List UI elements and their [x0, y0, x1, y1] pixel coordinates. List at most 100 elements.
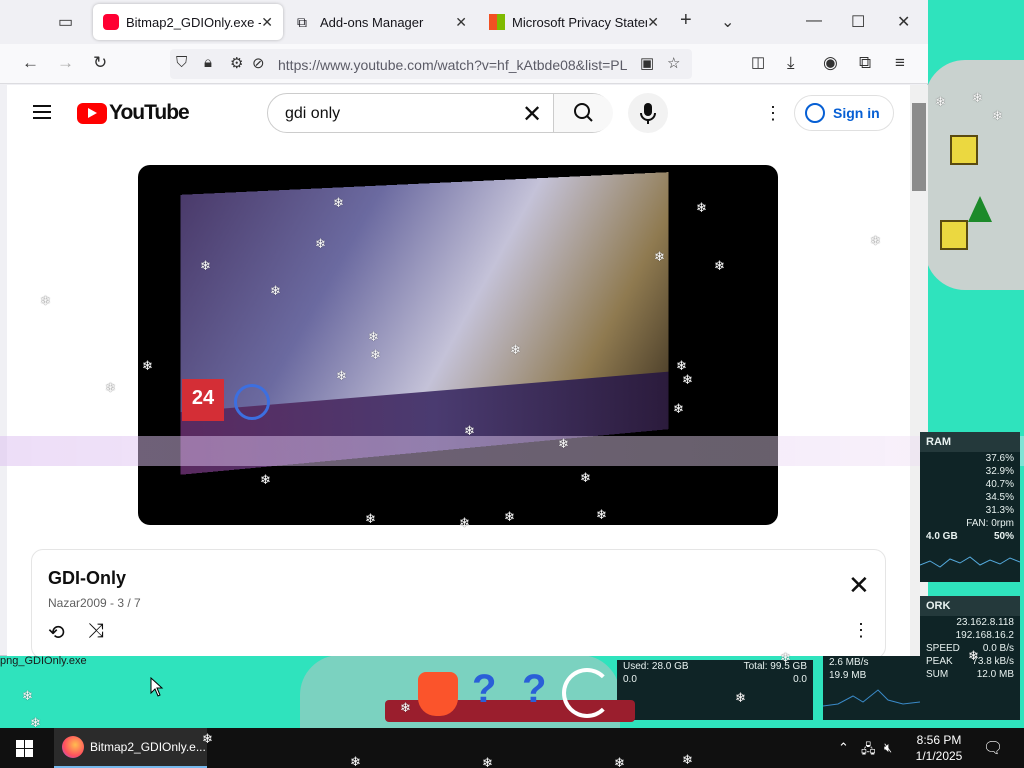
- desktop-house-art: [950, 135, 978, 165]
- snowflake-icon: ❄: [350, 754, 361, 768]
- account-icon[interactable]: ◉: [823, 53, 838, 73]
- maximize-icon[interactable]: ☐: [851, 12, 865, 32]
- account-avatar-icon: [805, 103, 825, 123]
- loop-icon[interactable]: ⟲: [48, 620, 65, 645]
- tray-overflow-chevron-icon[interactable]: ⌃: [838, 740, 849, 756]
- volume-muted-icon[interactable]: 🔇︎: [884, 740, 892, 756]
- microsoft-favicon-icon: [489, 14, 505, 30]
- question-mark-icon[interactable]: ?: [522, 667, 546, 712]
- network-graph: [822, 689, 921, 707]
- search-input[interactable]: gdi only: [285, 105, 340, 123]
- bookmark-star-icon[interactable]: ☆: [667, 54, 680, 72]
- taskbar-clock[interactable]: 8:56 PM 1/1/2025: [904, 732, 974, 764]
- video-player[interactable]: 24: [138, 165, 778, 525]
- minimize-icon[interactable]: —: [806, 12, 822, 30]
- snowflake-icon: ❄: [40, 293, 51, 308]
- taskbar-app-firefox[interactable]: Bitmap2_GDIOnly.e...: [54, 728, 207, 768]
- snowflake-icon: ❄: [673, 401, 684, 416]
- snowflake-icon: ❄: [714, 258, 725, 273]
- forward-icon[interactable]: →: [57, 53, 74, 73]
- playlist-subtitle: Nazar2009 - 3 / 7: [48, 596, 141, 610]
- brave-lion-icon[interactable]: [418, 672, 458, 716]
- url-text[interactable]: https://www.youtube.com/watch?v=hf_kAtbd…: [278, 57, 638, 73]
- start-button[interactable]: [16, 740, 33, 757]
- autoplay-blocked-icon[interactable]: ⊘: [252, 54, 265, 72]
- pocket-icon[interactable]: ◫: [751, 53, 765, 71]
- snowflake-icon: ❄: [142, 358, 153, 373]
- close-tab-icon[interactable]: ✕: [647, 14, 659, 31]
- downloads-icon[interactable]: ⤓: [787, 53, 795, 73]
- tab-addons[interactable]: ⧉ Add-ons Manager ✕: [287, 4, 477, 40]
- snowflake-icon: ❄: [972, 90, 983, 105]
- snowflake-icon: ❄: [370, 347, 381, 362]
- close-playlist-icon[interactable]: ✕: [848, 570, 870, 601]
- snowflake-icon: ❄: [368, 329, 379, 344]
- snowflake-icon: ❄: [200, 258, 211, 273]
- shuffle-icon[interactable]: ⤨: [88, 620, 104, 643]
- snowflake-icon: ❄: [935, 94, 946, 109]
- snowflake-icon: ❄: [105, 380, 116, 395]
- network-icon[interactable]: 🖧︎: [861, 740, 876, 762]
- browser-window: ▭ Bitmap2_GDIOnly.exe - Yo ✕ ⧉ Add-ons M…: [0, 0, 928, 656]
- snowflake-icon: ❄: [400, 700, 411, 715]
- tab-microsoft[interactable]: Microsoft Privacy Statem ✕: [479, 4, 669, 40]
- puzzle-icon: ⧉: [297, 14, 307, 30]
- ram-gadget: RAM 37.6% 32.9% 40.7% 34.5% 31.3% FAN: 0…: [919, 432, 1021, 582]
- snowflake-icon: ❄: [696, 200, 707, 215]
- desktop-icon-png-gdionly[interactable]: png_GDIOnly.exe: [0, 654, 87, 668]
- snowflake-icon: ❄: [654, 249, 665, 264]
- playlist-more-icon[interactable]: ⋮: [852, 620, 870, 641]
- search-button[interactable]: [553, 94, 613, 132]
- tab-overview-icon[interactable]: ▭: [58, 12, 73, 32]
- video-clock-widget: [234, 384, 270, 420]
- youtube-play-icon: [77, 102, 107, 124]
- question-mark-icon[interactable]: ?: [472, 667, 496, 712]
- picture-in-picture-icon[interactable]: ▣: [640, 54, 654, 72]
- close-tab-icon[interactable]: ✕: [455, 14, 467, 31]
- permissions-icon[interactable]: ⚙: [230, 54, 243, 72]
- snowflake-icon: ❄: [992, 108, 1003, 123]
- clear-search-icon[interactable]: ✕: [522, 100, 542, 129]
- snowflake-icon: ❄: [336, 368, 347, 383]
- snowflake-icon: ❄: [202, 731, 213, 746]
- snowflake-icon: ❄: [580, 470, 591, 485]
- disk-gadget: Used: 28.0 GB Total: 99.5 GB 0.0 0.0: [617, 660, 813, 720]
- extensions-icon[interactable]: ⧉: [859, 53, 871, 73]
- snowflake-icon: ❄: [333, 195, 344, 210]
- url-bar[interactable]: ⛉ 🔒︎ ⚙ ⊘ https://www.youtube.com/watch?v…: [170, 49, 692, 79]
- network-stats-left: 2.6 MB/s 19.9 MB: [822, 656, 921, 720]
- youtube-logo[interactable]: YouTube: [77, 101, 190, 125]
- snowflake-icon: ❄: [365, 511, 376, 526]
- new-tab-icon[interactable]: +: [680, 9, 692, 32]
- tab-youtube[interactable]: Bitmap2_GDIOnly.exe - Yo ✕: [93, 4, 283, 40]
- nav-bar: ← → ↻ ⛉ 🔒︎ ⚙ ⊘ https://www.youtube.com/w…: [0, 44, 928, 84]
- refresh-arrows-icon[interactable]: [562, 668, 612, 718]
- settings-more-icon[interactable]: ⋮: [764, 103, 782, 124]
- playlist-panel: GDI-Only Nazar2009 - 3 / 7 ✕ ⟲ ⤨ ⋮: [31, 549, 886, 656]
- snowflake-icon: ❄: [558, 436, 569, 451]
- snowflake-icon: ❄: [464, 423, 475, 438]
- back-icon[interactable]: ←: [22, 53, 39, 73]
- video-frame: [180, 172, 669, 475]
- voice-search-button[interactable]: [628, 93, 668, 133]
- playlist-title[interactable]: GDI-Only: [48, 568, 126, 589]
- close-tab-icon[interactable]: ✕: [261, 14, 273, 31]
- lock-icon[interactable]: 🔒︎: [204, 54, 212, 71]
- tab-list-chevron-icon[interactable]: ⌄: [721, 12, 734, 32]
- shield-icon[interactable]: ⛉: [176, 54, 187, 71]
- snowflake-icon: ❄: [504, 509, 515, 524]
- tab-bar: ▭ Bitmap2_GDIOnly.exe - Yo ✕ ⧉ Add-ons M…: [0, 0, 928, 44]
- notifications-icon[interactable]: 🗨︎: [983, 738, 1003, 758]
- snowflake-icon: ❄: [270, 283, 281, 298]
- snowflake-icon: ❄: [968, 648, 979, 663]
- reload-icon[interactable]: ↻: [93, 53, 107, 73]
- scrollbar-thumb[interactable]: [912, 103, 926, 191]
- snowflake-icon: ❄: [596, 507, 607, 522]
- menu-icon[interactable]: ≡: [895, 53, 905, 73]
- snowflake-icon: ❄: [614, 755, 625, 768]
- microphone-icon: [640, 103, 656, 124]
- sign-in-button[interactable]: Sign in: [794, 95, 894, 131]
- video-calendar-widget: 24: [182, 379, 224, 421]
- guide-menu-icon[interactable]: [33, 105, 51, 123]
- close-window-icon[interactable]: ✕: [897, 12, 910, 32]
